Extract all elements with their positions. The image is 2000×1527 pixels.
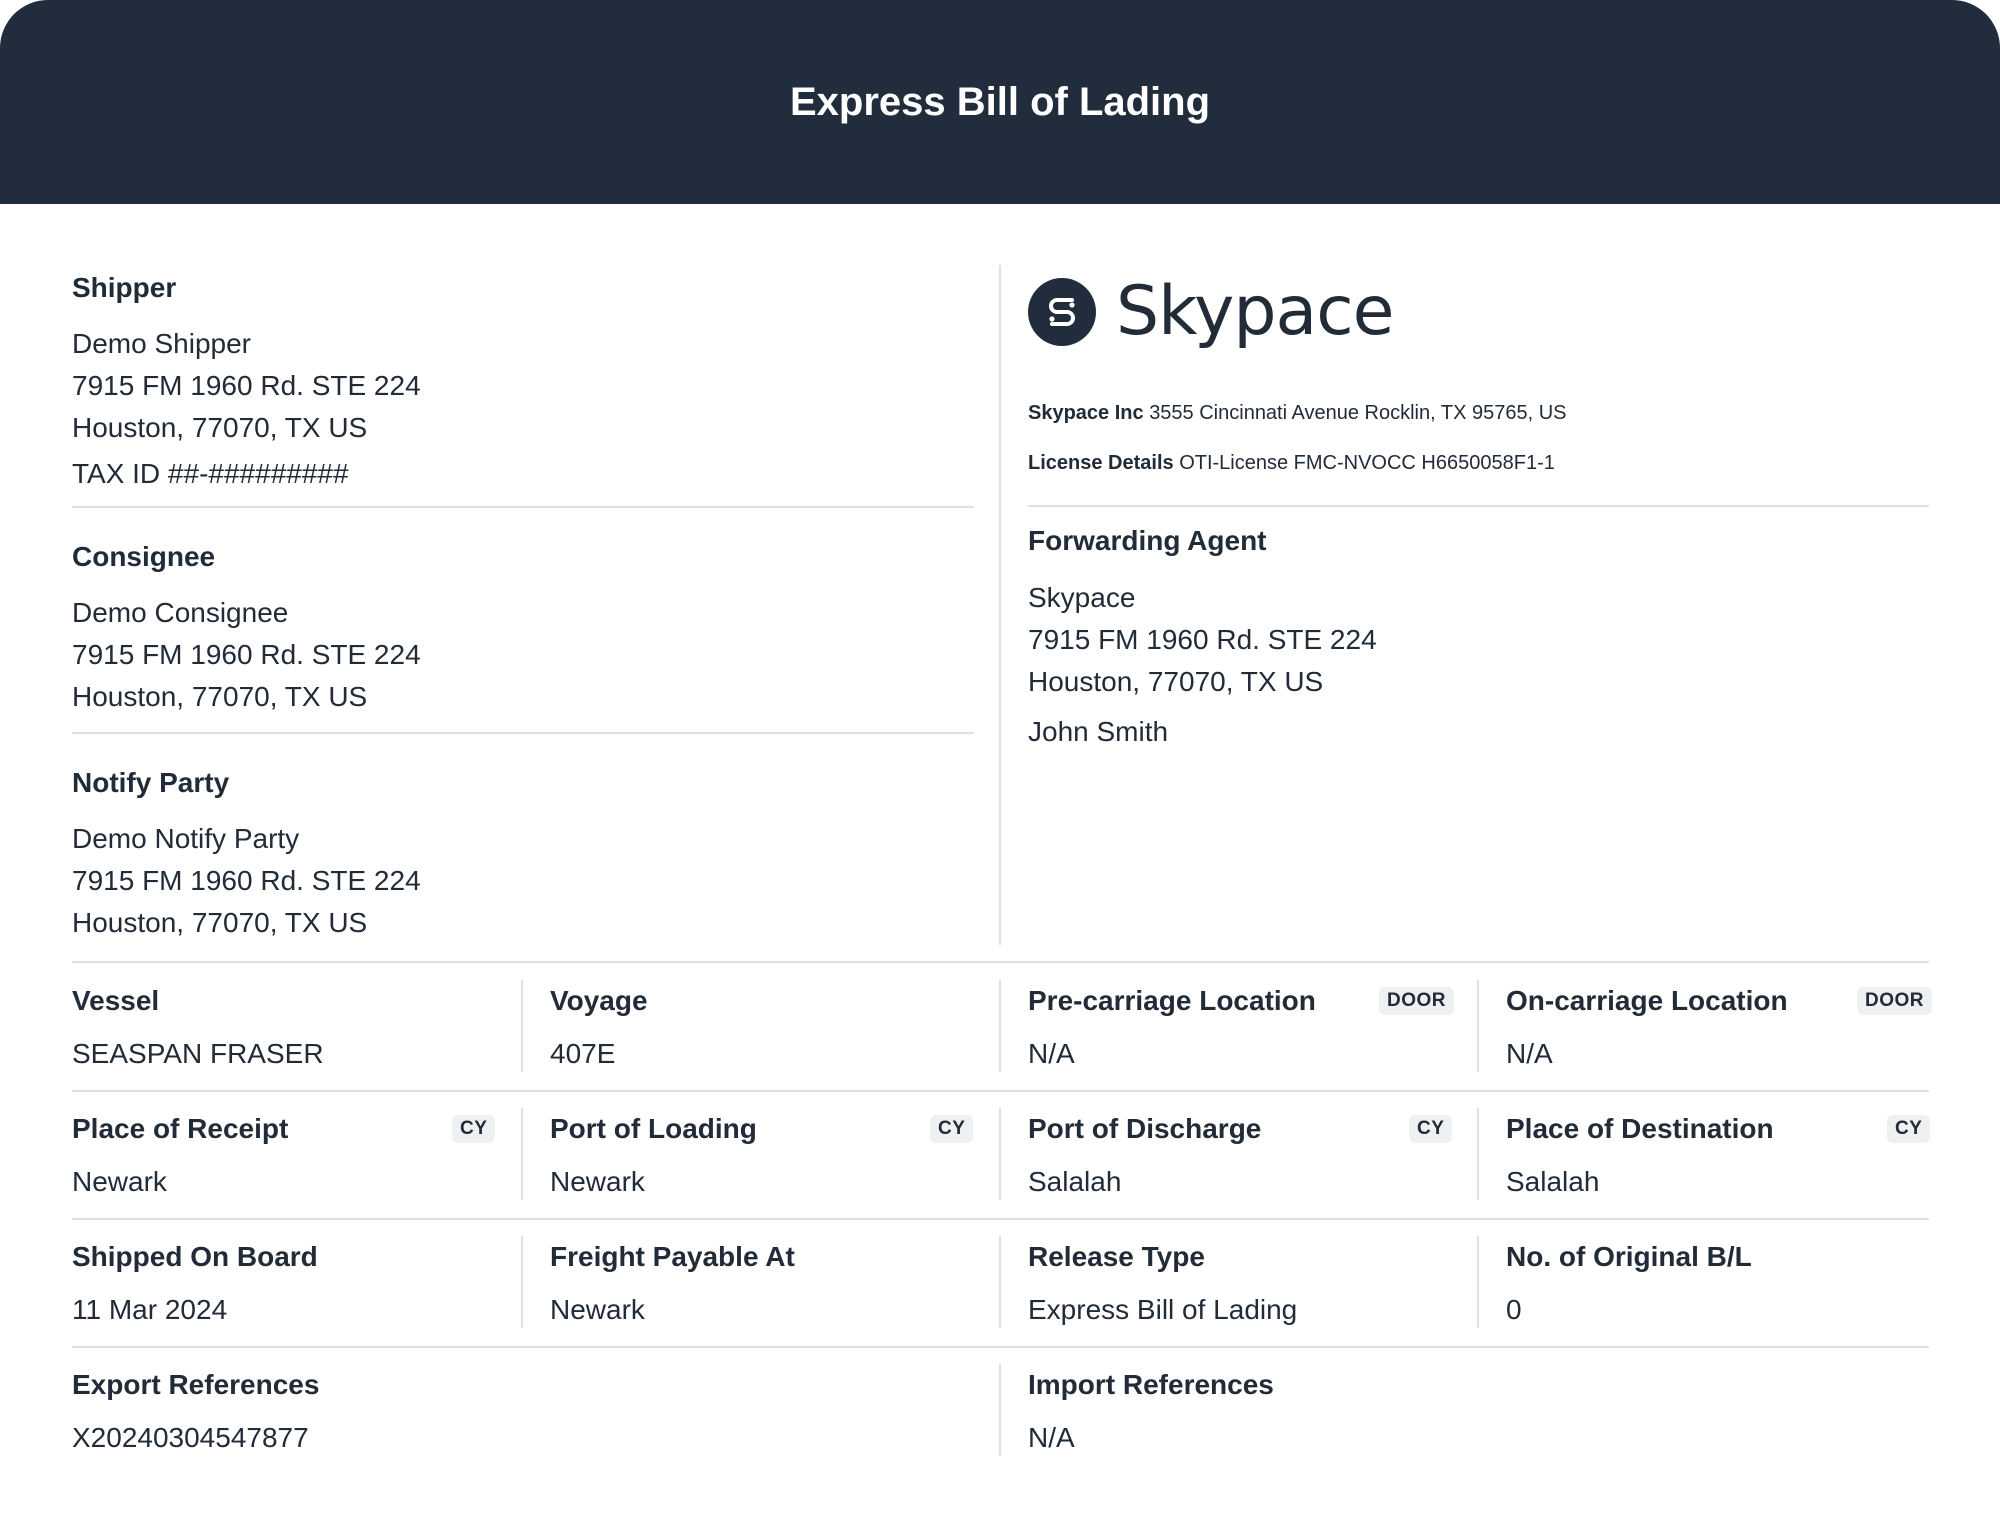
column-divider	[999, 1364, 1001, 1456]
forwarding-agent-contact: John Smith	[1028, 716, 1169, 747]
document-header: Express Bill of Lading	[0, 0, 2000, 204]
skypace-logo-icon	[1028, 278, 1096, 346]
place-of-receipt-value: Newark	[72, 1166, 167, 1197]
forwarding-agent-address-line1: 7915 FM 1960 Rd. STE 224	[1028, 624, 1377, 655]
shipped-on-board-label: Shipped On Board	[72, 1241, 318, 1272]
release-type-label: Release Type	[1028, 1241, 1205, 1272]
column-divider	[521, 1236, 523, 1328]
license-details-line: License Details OTI-License FMC-NVOCC H6…	[1028, 449, 1555, 477]
section-divider	[72, 961, 1929, 963]
consignee-name: Demo Consignee	[72, 597, 289, 628]
vessel-label: Vessel	[72, 985, 160, 1016]
company-name-label: Skypace Inc	[1028, 402, 1144, 424]
column-divider	[999, 265, 1001, 945]
vessel-value: SEASPAN FRASER	[72, 1038, 324, 1069]
shipper-address-line1: 7915 FM 1960 Rd. STE 224	[72, 370, 421, 401]
pre-carriage-badge: DOOR	[1379, 987, 1454, 1015]
shipper-name: Demo Shipper	[72, 328, 251, 359]
notify-party-title: Notify Party	[72, 767, 230, 798]
port-of-loading-badge: CY	[930, 1115, 974, 1143]
column-divider	[1477, 980, 1479, 1072]
release-type-value: Express Bill of Lading	[1028, 1294, 1298, 1325]
port-of-loading-value: Newark	[550, 1166, 645, 1197]
import-references-value: N/A	[1028, 1422, 1075, 1453]
original-bl-value: 0	[1506, 1294, 1522, 1325]
port-of-discharge-badge: CY	[1409, 1115, 1453, 1143]
column-divider	[1477, 1236, 1479, 1328]
section-divider	[72, 1346, 1929, 1348]
port-of-loading-label: Port of Loading	[550, 1113, 757, 1144]
consignee-title: Consignee	[72, 541, 216, 572]
on-carriage-badge: DOOR	[1857, 987, 1932, 1015]
notify-party-name: Demo Notify Party	[72, 823, 300, 854]
forwarding-agent-address-line2: Houston, 77070, TX US	[1028, 666, 1324, 697]
forwarding-agent-name: Skypace	[1028, 582, 1136, 613]
place-of-destination-badge: CY	[1887, 1115, 1931, 1143]
column-divider	[999, 1108, 1001, 1200]
notify-party-address-line2: Houston, 77070, TX US	[72, 907, 368, 938]
on-carriage-label: On-carriage Location	[1506, 985, 1788, 1016]
column-divider	[1477, 1108, 1479, 1200]
freight-payable-at-value: Newark	[550, 1294, 645, 1325]
original-bl-label: No. of Original B/L	[1506, 1241, 1752, 1272]
section-divider	[72, 506, 974, 508]
company-address: 3555 Cincinnati Avenue Rocklin, TX 95765…	[1149, 402, 1567, 424]
license-value: OTI-License FMC-NVOCC H6650058F1-1	[1179, 452, 1555, 474]
consignee-address-line1: 7915 FM 1960 Rd. STE 224	[72, 639, 421, 670]
shipped-on-board-value: 11 Mar 2024	[72, 1294, 228, 1325]
place-of-destination-value: Salalah	[1506, 1166, 1600, 1197]
forwarding-agent-title: Forwarding Agent	[1028, 525, 1267, 556]
export-references-value: X20240304547877	[72, 1422, 309, 1453]
voyage-value: 407E	[550, 1038, 616, 1069]
pre-carriage-value: N/A	[1028, 1038, 1075, 1069]
section-divider	[72, 1218, 1929, 1220]
freight-payable-at-label: Freight Payable At	[550, 1241, 795, 1272]
port-of-discharge-value: Salalah	[1028, 1166, 1122, 1197]
shipper-title: Shipper	[72, 272, 177, 303]
logo-wordmark: Skypace	[1116, 272, 1394, 351]
place-of-receipt-label: Place of Receipt	[72, 1113, 289, 1144]
column-divider	[521, 1108, 523, 1200]
on-carriage-value: N/A	[1506, 1038, 1553, 1069]
column-divider	[999, 1236, 1001, 1328]
consignee-address-line2: Houston, 77070, TX US	[72, 681, 368, 712]
shipper-address-line2: Houston, 77070, TX US	[72, 412, 368, 443]
document-title: Express Bill of Lading	[789, 80, 1211, 124]
voyage-label: Voyage	[550, 985, 648, 1016]
shipper-tax-id: TAX ID ##-#########	[72, 458, 349, 489]
section-divider	[72, 732, 974, 734]
notify-party-address-line1: 7915 FM 1960 Rd. STE 224	[72, 865, 421, 896]
import-references-label: Import References	[1028, 1369, 1274, 1400]
section-divider	[72, 1090, 1929, 1092]
place-of-receipt-badge: CY	[452, 1115, 496, 1143]
place-of-destination-label: Place of Destination	[1506, 1113, 1774, 1144]
column-divider	[999, 980, 1001, 1072]
company-address-line: Skypace Inc 3555 Cincinnati Avenue Rockl…	[1028, 399, 1567, 427]
column-divider	[521, 980, 523, 1072]
pre-carriage-label: Pre-carriage Location	[1028, 985, 1316, 1016]
export-references-label: Export References	[72, 1369, 320, 1400]
port-of-discharge-label: Port of Discharge	[1028, 1113, 1262, 1144]
license-label: License Details	[1028, 452, 1174, 474]
section-divider	[1028, 505, 1929, 507]
company-logo: Skypace	[1028, 272, 1394, 351]
